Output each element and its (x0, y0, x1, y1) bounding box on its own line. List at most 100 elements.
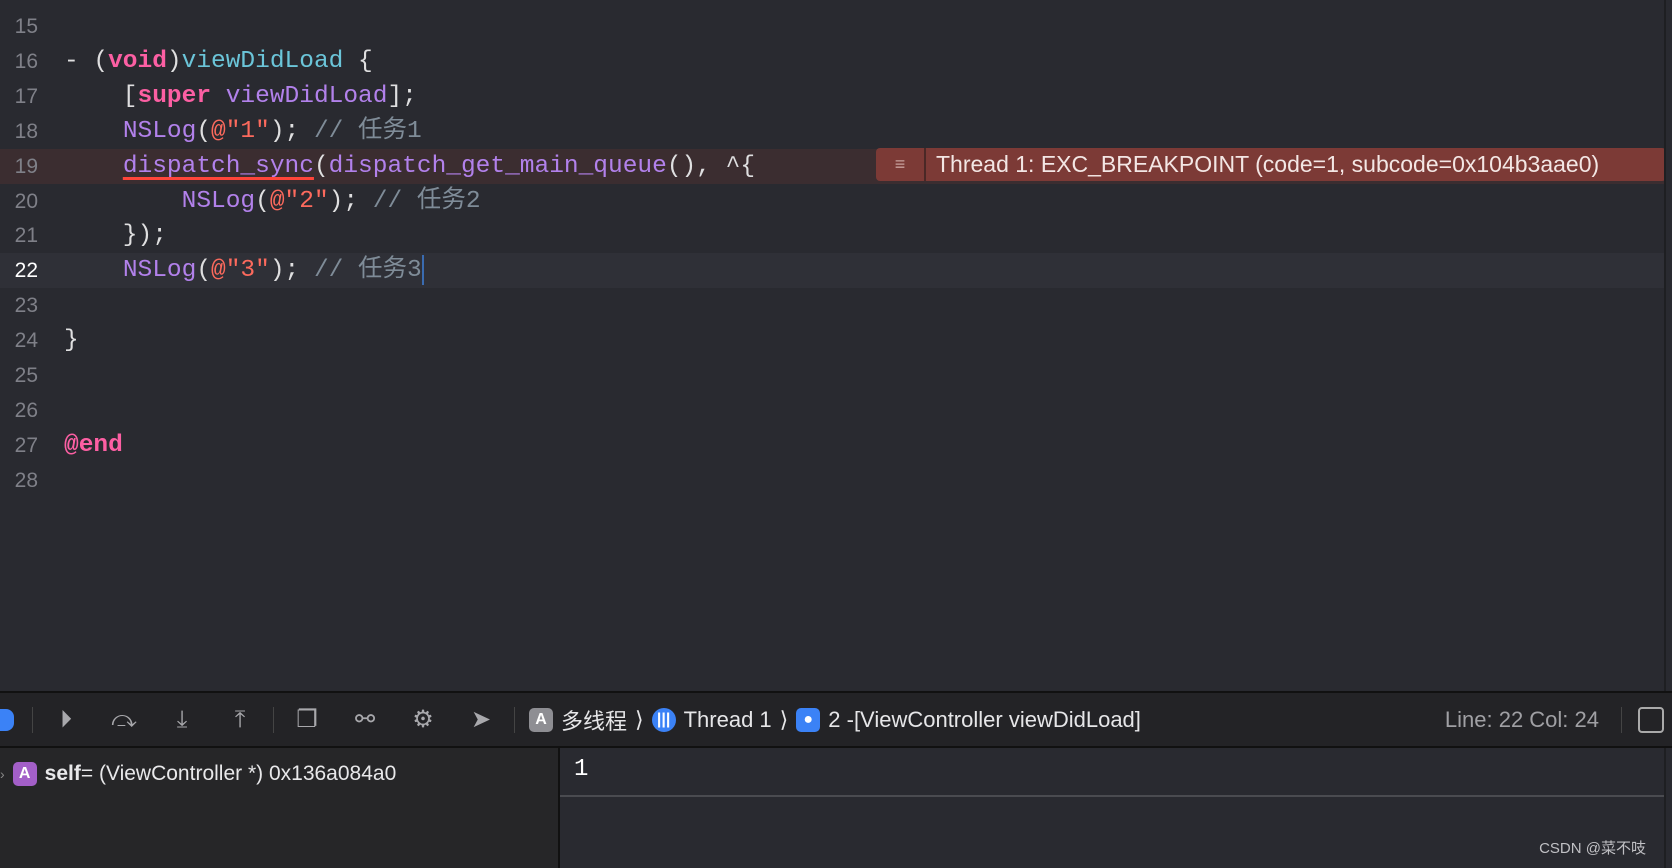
line-number[interactable]: 16 (0, 44, 38, 79)
thread-icon: ||| (651, 707, 676, 732)
code-token: (), ^{ (666, 152, 756, 180)
code-line[interactable]: 20 NSLog(@"2"); // 任务2 (0, 184, 1664, 219)
code-line[interactable]: 27 @end (0, 428, 1664, 463)
breakpoints-toggle[interactable] (0, 708, 14, 731)
memory-graph-icon[interactable]: ⚯ (336, 700, 394, 740)
console-view[interactable]: 1 CSDN @菜不吱 (560, 748, 1664, 868)
code-token: void (108, 47, 167, 75)
code-token: ( (196, 117, 212, 145)
code-line[interactable]: 21 }); (0, 218, 1664, 253)
code-token: // 任务2 (372, 187, 481, 215)
code-token: { (343, 47, 373, 75)
code-token: [ (64, 82, 138, 110)
code-line[interactable]: 18 NSLog(@"1"); // 任务1 (0, 114, 1664, 149)
line-number[interactable]: 19 (0, 149, 38, 184)
code-token: viewDidLoad (211, 82, 388, 110)
environment-overrides-icon[interactable]: ⚙ (394, 700, 452, 740)
line-number[interactable]: 28 (0, 463, 38, 498)
error-message: Thread 1: EXC_BREAKPOINT (code=1, subcod… (926, 148, 1666, 181)
code-token: - ( (64, 47, 109, 75)
breadcrumb-label: 多线程 (561, 708, 628, 734)
code-token: @"1" (211, 117, 270, 145)
line-number[interactable]: 15 (0, 9, 38, 44)
code-text: NSLog(@"2"); // 任务2 (64, 184, 481, 219)
code-token: ); (269, 257, 314, 285)
code-token: viewDidLoad (181, 47, 344, 75)
code-token: ) (166, 47, 182, 75)
code-text: [super viewDidLoad]; (64, 79, 417, 114)
code-text: }); (64, 218, 167, 253)
code-line[interactable]: 22 NSLog(@"3"); // 任务3 (0, 253, 1664, 289)
step-over-icon[interactable]: ⤼ (95, 700, 153, 740)
line-number[interactable]: 21 (0, 218, 38, 253)
code-text: NSLog(@"1"); // 任务1 (64, 114, 422, 149)
continue-icon[interactable]: ⏵ (37, 700, 95, 740)
code-text: - (void)viewDidLoad { (64, 44, 373, 79)
code-editor[interactable]: 15 16- (void)viewDidLoad {17 [super viewD… (0, 0, 1664, 691)
code-token: @"3" (211, 257, 270, 285)
line-number[interactable]: 26 (0, 393, 38, 428)
breadcrumb-item[interactable]: A 多线程 ⟩ (529, 704, 644, 736)
code-line[interactable]: 17 [super viewDidLoad]; (0, 79, 1664, 114)
code-token: @end (64, 431, 123, 459)
toggle-panel-icon[interactable] (1638, 706, 1664, 733)
error-menu-icon[interactable]: ≡ (876, 148, 926, 181)
variable-type-badge: A (12, 762, 37, 786)
line-number[interactable]: 27 (0, 428, 38, 463)
breadcrumb: A 多线程 ⟩ ||| Thread 1 ⟩ ● 2 -[ViewController vie… (529, 704, 1149, 736)
divider (32, 706, 33, 733)
chevron-right-icon: ⟩ (779, 706, 789, 732)
watermark: CSDN @菜不吱 (1539, 840, 1646, 857)
breadcrumb-label: 2 -[ViewController viewDidLoad] (828, 706, 1141, 732)
line-number[interactable]: 25 (0, 358, 38, 393)
step-out-icon[interactable]: ⤒ (211, 700, 269, 740)
code-line[interactable]: 23 (0, 288, 1664, 323)
code-token: ); (328, 187, 373, 215)
line-number[interactable]: 24 (0, 323, 38, 358)
code-line[interactable]: 26 (0, 393, 1664, 428)
code-text: } (64, 323, 79, 358)
code-line[interactable]: 25 (0, 358, 1664, 393)
code-line[interactable]: 28 (0, 463, 1664, 498)
code-token: NSLog (122, 257, 197, 285)
text-cursor (421, 254, 424, 285)
line-number[interactable]: 22 (0, 253, 38, 288)
breadcrumb-item[interactable]: ● 2 -[ViewController viewDidLoad] (796, 707, 1141, 733)
code-token: ); (269, 117, 314, 145)
divider (514, 706, 515, 733)
chevron-right-icon: ⟩ (635, 706, 644, 732)
line-number[interactable]: 23 (0, 288, 38, 323)
step-into-icon[interactable]: ⤓ (153, 700, 211, 740)
code-token: ( (255, 187, 270, 215)
disclosure-icon[interactable]: › (0, 766, 5, 782)
breadcrumb-item[interactable]: ||| Thread 1 ⟩ (651, 706, 789, 733)
code-token: // 任务1 (313, 117, 422, 145)
code-line[interactable]: 15 (0, 9, 1664, 44)
view-hierarchy-icon[interactable]: ❐ (278, 700, 336, 740)
error-banner[interactable]: ≡ Thread 1: EXC_BREAKPOINT (code=1, subc… (876, 148, 1666, 181)
code-text: @end (64, 428, 123, 463)
code-token: }); (64, 222, 167, 250)
code-token: ]; (387, 82, 417, 110)
code-text: NSLog(@"3"); // 任务3 (64, 253, 424, 288)
variable-row[interactable]: › A self = (ViewController *) 0x136a084a… (0, 762, 396, 786)
line-number[interactable]: 17 (0, 79, 38, 114)
variable-name: self (44, 762, 81, 785)
line-number[interactable]: 18 (0, 114, 38, 149)
code-token: super (137, 82, 212, 110)
code-token: dispatch_sync (122, 152, 314, 180)
code-token: } (64, 327, 79, 355)
code-token: NSLog (181, 187, 256, 215)
code-line[interactable]: 16 - (void)viewDidLoad { (0, 44, 1664, 79)
code-token: @"2" (269, 187, 329, 215)
simulate-location-icon[interactable]: ➤ (452, 700, 510, 740)
console-output: 1 (574, 756, 589, 783)
code-line[interactable]: 24} (0, 323, 1664, 358)
line-number[interactable]: 20 (0, 184, 38, 219)
app-icon: A (529, 707, 553, 732)
code-text: dispatch_sync(dispatch_get_main_queue(),… (64, 149, 755, 184)
code-token: // 任务3 (313, 257, 422, 285)
